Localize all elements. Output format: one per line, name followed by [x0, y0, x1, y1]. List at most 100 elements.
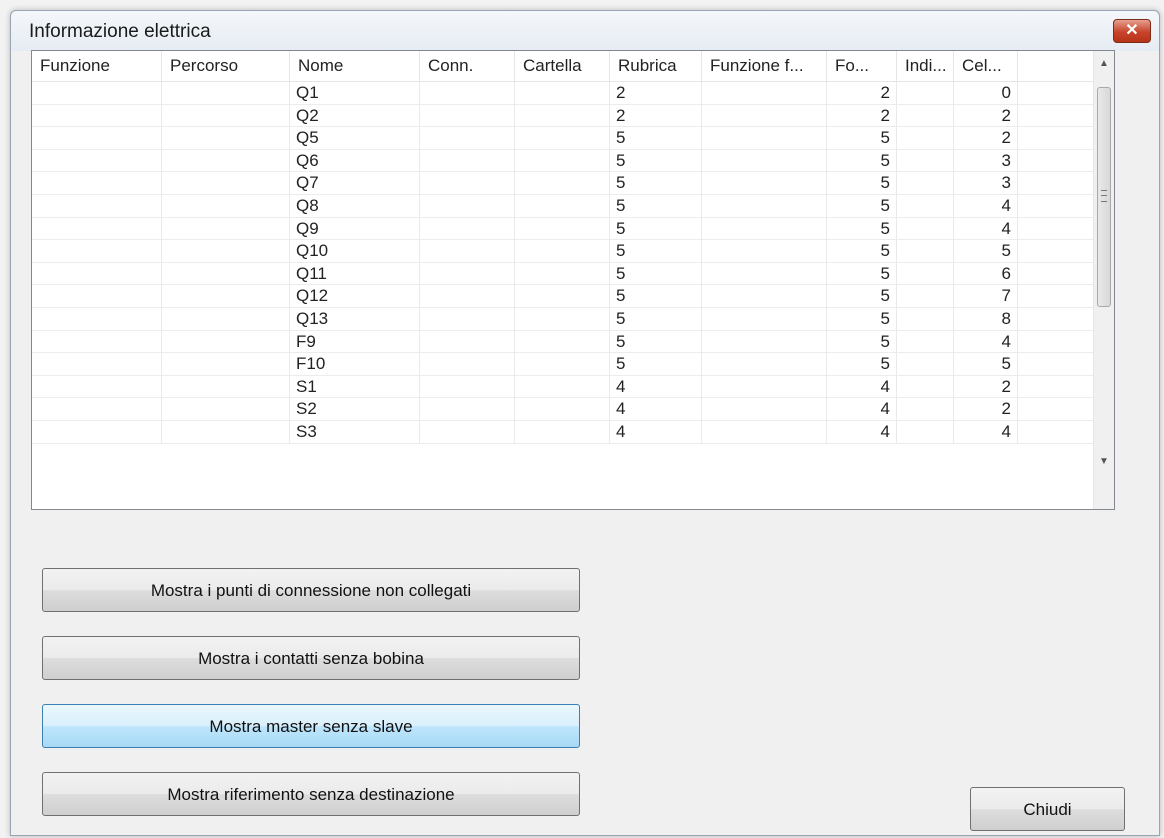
table-row[interactable]: Q11 5 5 6 — [32, 262, 1102, 286]
table-cell: 5 — [827, 149, 897, 173]
table-cell — [897, 375, 954, 399]
table-cell — [162, 398, 290, 421]
table-cell: 3 — [954, 172, 1018, 195]
table-cell — [420, 149, 515, 173]
table-cell — [897, 149, 954, 173]
column-header-funzione[interactable]: Funzione — [32, 51, 162, 81]
dialog-title: Informazione elettrica — [29, 21, 211, 42]
table-cell — [702, 217, 827, 241]
table-cell: 5 — [610, 149, 702, 173]
table-cell: 4 — [954, 194, 1018, 218]
show-contacts-without-coil-button[interactable]: Mostra i contatti senza bobina — [42, 636, 580, 680]
table-cell — [162, 375, 290, 399]
table-row[interactable]: Q12 5 5 7 — [32, 285, 1102, 308]
table-cell — [162, 194, 290, 218]
table-cell — [702, 330, 827, 354]
table-cell — [420, 194, 515, 218]
table-row[interactable]: Q8 5 5 4 — [32, 194, 1102, 218]
table-cell — [32, 194, 162, 218]
table-cell — [162, 240, 290, 263]
column-header-funzione-f[interactable]: Funzione f... — [702, 51, 827, 81]
table-cell — [702, 285, 827, 308]
close-button[interactable]: Chiudi — [970, 787, 1125, 831]
column-header-indi[interactable]: Indi... — [897, 51, 954, 81]
title-bar[interactable]: Informazione elettrica ✕ — [11, 11, 1159, 51]
table-cell: 4 — [827, 398, 897, 421]
table-row[interactable]: Q6 5 5 3 — [32, 149, 1102, 173]
table-cell — [32, 285, 162, 308]
table-row[interactable]: Q10 5 5 5 — [32, 240, 1102, 263]
table-cell — [515, 217, 610, 241]
table-cell: 5 — [954, 240, 1018, 263]
scroll-up-icon[interactable]: ▲ — [1094, 51, 1114, 77]
column-header-nome[interactable]: Nome — [290, 51, 420, 81]
table-cell: 5 — [827, 285, 897, 308]
column-header-conn[interactable]: Conn. — [420, 51, 515, 81]
table-cell — [897, 420, 954, 444]
table-cell — [515, 398, 610, 421]
table-cell: 2 — [954, 127, 1018, 150]
scroll-down-icon[interactable]: ▼ — [1094, 449, 1114, 475]
table-cell: S2 — [290, 398, 420, 421]
table-cell — [897, 172, 954, 195]
column-header-fo[interactable]: Fo... — [827, 51, 897, 81]
table-cell — [32, 262, 162, 286]
table-row[interactable]: Q5 5 5 2 — [32, 127, 1102, 150]
table-cell: 5 — [610, 217, 702, 241]
table-cell: F9 — [290, 330, 420, 354]
table-row[interactable]: F9 5 5 4 — [32, 330, 1102, 354]
table-cell — [1018, 308, 1102, 331]
grip-icon — [1101, 190, 1107, 202]
table-cell — [702, 194, 827, 218]
table-cell — [32, 375, 162, 399]
table-cell: Q5 — [290, 127, 420, 150]
table-cell — [702, 398, 827, 421]
table-cell: Q6 — [290, 149, 420, 173]
table-cell — [897, 240, 954, 263]
table-cell: 5 — [827, 330, 897, 354]
table-cell — [162, 262, 290, 286]
table-cell: 2 — [827, 104, 897, 128]
show-master-without-slave-button[interactable]: Mostra master senza slave — [42, 704, 580, 748]
table-cell: 4 — [610, 398, 702, 421]
table-cell — [897, 262, 954, 286]
table-cell — [420, 262, 515, 286]
column-header-empty[interactable] — [1018, 51, 1102, 81]
table-row[interactable]: S2 4 4 2 — [32, 398, 1102, 421]
table-cell: 5 — [610, 240, 702, 263]
table-row[interactable]: Q13 5 5 8 — [32, 307, 1102, 331]
vertical-scrollbar[interactable]: ▲ ▼ — [1093, 51, 1114, 509]
table-row[interactable]: Q9 5 5 4 — [32, 217, 1102, 241]
show-reference-without-target-button[interactable]: Mostra riferimento senza destinazione — [42, 772, 580, 816]
column-header-cartella[interactable]: Cartella — [515, 51, 610, 81]
table-row[interactable]: Q2 2 2 2 — [32, 104, 1102, 128]
table-cell — [32, 353, 162, 376]
table-cell: Q11 — [290, 262, 420, 286]
column-header-percorso[interactable]: Percorso — [162, 51, 290, 81]
table-cell: 5 — [827, 172, 897, 195]
table-row[interactable]: Q1 2 2 0 — [32, 82, 1102, 105]
table-row[interactable]: F10 5 5 5 — [32, 353, 1102, 376]
table-row[interactable]: Q7 5 5 3 — [32, 172, 1102, 195]
column-header-cel[interactable]: Cel... — [954, 51, 1018, 81]
column-header-rubrica[interactable]: Rubrica — [610, 51, 702, 81]
table-row[interactable]: S1 4 4 2 — [32, 375, 1102, 399]
table-row[interactable]: S3 4 4 4 — [32, 420, 1102, 444]
table-cell — [515, 262, 610, 286]
close-icon[interactable]: ✕ — [1113, 19, 1151, 43]
scroll-thumb[interactable] — [1097, 87, 1111, 307]
table-cell — [32, 149, 162, 173]
table-cell — [420, 420, 515, 444]
table-cell — [515, 127, 610, 150]
table-cell — [515, 420, 610, 444]
table-cell: 5 — [954, 353, 1018, 376]
show-unconnected-points-button[interactable]: Mostra i punti di connessione non colleg… — [42, 568, 580, 612]
table-cell: 4 — [610, 375, 702, 399]
list-header: Funzione Percorso Nome Conn. Cartella Ru… — [32, 51, 1102, 82]
table-cell — [1018, 150, 1102, 173]
table-cell: 5 — [827, 353, 897, 376]
table-cell — [1018, 398, 1102, 421]
electrical-info-list[interactable]: Funzione Percorso Nome Conn. Cartella Ru… — [31, 50, 1115, 510]
table-cell: 4 — [827, 375, 897, 399]
table-cell — [897, 353, 954, 376]
